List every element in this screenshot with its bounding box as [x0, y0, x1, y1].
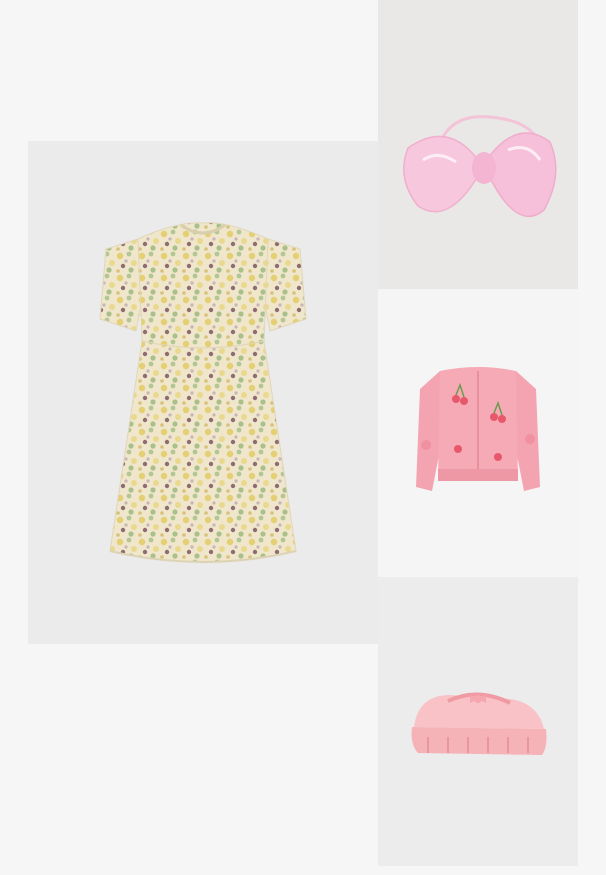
bow-headband-product-image[interactable] — [378, 0, 578, 289]
cardigan-product-image[interactable] — [378, 289, 578, 577]
dress-product-image[interactable] — [28, 141, 378, 644]
outfit-board — [0, 0, 606, 875]
bow-illustration — [403, 115, 557, 218]
platform-shoes-product-image[interactable] — [378, 577, 578, 866]
dress-illustration — [99, 222, 307, 563]
shoes-illustration — [411, 692, 547, 755]
cardigan-illustration — [416, 367, 540, 491]
